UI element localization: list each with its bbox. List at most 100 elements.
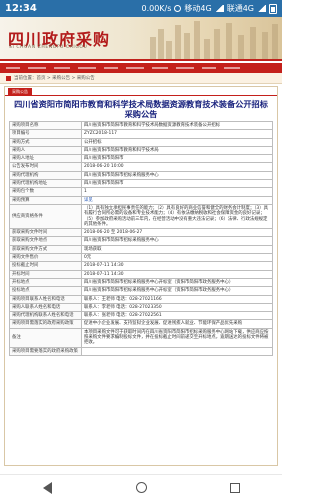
row-key: 备注 (9, 327, 82, 348)
tab-procurement-notice[interactable]: 采购公告 (8, 88, 32, 95)
back-icon (42, 481, 52, 494)
table-row: 采购人地址 四川省资阳市简阳市 (9, 154, 273, 164)
table-row: 采购项目名称 四川省资阳市简阳市教育和科学技术局数据资源教育技术装备公开招标 (9, 120, 273, 131)
row-key: 获取采购文件方式 (9, 244, 82, 255)
row-value: 2018-06-20 10:00 (81, 162, 273, 172)
status-bar: 12:34 0.00K/s 移动4G 联通4G (0, 0, 282, 17)
row-key: 投标地点 (9, 286, 82, 296)
row-key: 开标地点 (9, 277, 82, 288)
row-value: 现场获取 (81, 244, 273, 255)
table-row: 项目编号 ZYZC2018-117 (9, 129, 273, 139)
row-key: 采购包个数 (9, 187, 82, 197)
signal-icon (214, 5, 224, 12)
table-row: 采购文件售价 0元 (9, 253, 273, 263)
row-value: 四川省资阳市简阳市 (81, 154, 273, 164)
row-value: 联系人：张老师 电话：028-27022561 (81, 311, 273, 321)
home-button[interactable] (134, 481, 148, 495)
row-value: 四川省资阳市简阳市招标采购服务中心 (81, 236, 273, 246)
notice-content: 采购公告 四川省资阳市简阳市教育和科学技术局数据资源教育技术装备公开招标采购公告… (4, 86, 278, 466)
status-time: 12:34 (5, 3, 37, 14)
notice-table: 采购项目名称 四川省资阳市简阳市教育和科学技术局数据资源教育技术装备公开招标 项目编… (9, 120, 273, 356)
row-key: 项目编号 (9, 129, 82, 139)
table-row: 采购人联系人姓名和电话 联系人：李老师 电话：028-27023350 (9, 302, 273, 313)
table-row: 开标时间 2018-07-11 14:30 (9, 269, 273, 279)
row-key: 开标时间 (9, 269, 82, 279)
row-value: 四川省资阳市简阳市招标采购服务中心开标室（资阳市简阳市政务服务中心） (81, 286, 273, 296)
signal-icon-2 (257, 5, 266, 12)
row-key: 公告发布时间 (9, 162, 82, 172)
table-row: 公告发布时间 2018-06-20 10:00 (9, 162, 273, 172)
site-logo-subtitle: SI CHUAN ZHENGFU CAIGOU (9, 45, 88, 50)
network-label-2: 联通4G (226, 4, 254, 13)
table-row: 采购代理机构 四川省资阳市简阳市招标采购服务中心 (9, 170, 273, 181)
table-row: 供应商资格条件 （1）具有独立承担民事责任的能力；（2）具有良好的商业信誉和健全的… (9, 203, 273, 230)
table-row: 获取采购文件方式 现场获取 (9, 244, 273, 255)
row-value: 公开招标 (81, 137, 273, 147)
row-value: 促进中小企业发展、支持监狱企业发展、促进残疾人就业、节能环保产品优先采购 (81, 319, 273, 329)
alarm-icon (174, 5, 182, 12)
battery-icon (269, 3, 277, 14)
breadcrumb: 当前位置：首页 > 采购公告 > 采购公告 (0, 73, 282, 84)
table-row: 采购代理机构地址 四川省资阳市简阳市 (9, 179, 273, 189)
row-value: 2018-07-11 14:30 (81, 261, 273, 271)
row-key: 供应商资格条件 (9, 203, 82, 230)
main-nav[interactable] (0, 63, 282, 73)
network-label-1: 移动4G (184, 4, 212, 13)
recent-apps-icon (230, 482, 240, 493)
recent-apps-button[interactable] (228, 481, 242, 495)
row-value: 四川省资阳市简阳市教育和科学技术局数据资源教育技术装备公开招标 (81, 120, 273, 131)
back-button[interactable] (40, 481, 54, 495)
row-value: 0元 (81, 253, 273, 263)
row-value (81, 346, 273, 356)
tab-header: 采购公告 (5, 87, 277, 96)
row-value: 本项目采购文件可于获取时间内在四川省资阳市简阳市招标采购服务中心网站下载，供应商… (81, 327, 273, 348)
row-value: 联系人：王老师 电话：028-27021166 (81, 294, 273, 304)
row-value: 四川省资阳市简阳市招标采购服务中心 (81, 170, 273, 181)
row-key: 采购人联系人姓名和电话 (9, 302, 82, 313)
row-key: 采购项目需落实的政府采购政策 (9, 319, 82, 329)
table-row: 采购项目需落实的政府采购政策 促进中小企业发展、支持监狱企业发展、促进残疾人就业、… (9, 319, 273, 329)
breadcrumb-text: 当前位置：首页 > 采购公告 > 采购公告 (14, 76, 95, 81)
row-key: 获取采购文件时间 (9, 228, 82, 238)
row-value: 联系人：李老师 电话：028-27023350 (81, 302, 273, 313)
row-value[interactable]: 详见 (81, 195, 273, 205)
table-row: 采购预算 详见 (9, 195, 273, 205)
network-speed: 0.00K/s (141, 4, 172, 13)
row-key: 采购人地址 (9, 154, 82, 164)
row-value: 1 (81, 187, 273, 197)
row-value: ZYZC2018-117 (81, 129, 273, 139)
table-row: 备注 本项目采购文件可于获取时间内在四川省资阳市简阳市招标采购服务中心网站下载，供… (9, 327, 273, 348)
table-row: 采购项目需要落实的政府采购政策 (9, 346, 273, 356)
table-row: 采购项目联系人姓名和电话 联系人：王老师 电话：028-27021166 (9, 294, 273, 304)
row-value: 四川省资阳市简阳市招标采购服务中心开标室（资阳市简阳市政务服务中心） (81, 277, 273, 288)
row-key: 采购预算 (9, 195, 82, 205)
row-key: 投标截止时间 (9, 261, 82, 271)
row-key: 采购文件售价 (9, 253, 82, 263)
table-row: 开标地点 四川省资阳市简阳市招标采购服务中心开标室（资阳市简阳市政务服务中心） (9, 277, 273, 288)
home-icon[interactable] (6, 75, 11, 81)
row-value: 四川省资阳市简阳市 (81, 179, 273, 189)
row-key: 采购项目名称 (9, 120, 82, 131)
android-nav-bar (0, 474, 282, 500)
row-value: 2018-07-11 14:30 (81, 269, 273, 279)
table-row: 获取采购文件时间 2018-06-20 至 2018-06-27 (9, 228, 273, 238)
row-key: 获取采购文件地点 (9, 236, 82, 246)
site-banner: 四川政府采购 SI CHUAN ZHENGFU CAIGOU (0, 17, 282, 61)
row-key: 采购人 (9, 145, 82, 156)
row-value: 四川省资阳市简阳市教育和科学技术局 (81, 145, 273, 156)
table-row: 获取采购文件地点 四川省资阳市简阳市招标采购服务中心 (9, 236, 273, 246)
row-key: 采购项目需要落实的政府采购政策 (9, 346, 82, 356)
row-value: 2018-06-20 至 2018-06-27 (81, 228, 273, 238)
table-row: 采购代理机构联系人姓名和电话 联系人：张老师 电话：028-27022561 (9, 311, 273, 321)
home-circle-icon (135, 482, 147, 493)
row-value: （1）具有独立承担民事责任的能力；（2）具有良好的商业信誉和健全的财务会计制度；… (81, 203, 273, 230)
row-key: 采购代理机构联系人姓名和电话 (9, 311, 82, 321)
row-key: 采购方式 (9, 137, 82, 147)
table-row: 采购包个数 1 (9, 187, 273, 197)
table-row: 采购人 四川省资阳市简阳市教育和科学技术局 (9, 145, 273, 156)
row-key: 采购代理机构 (9, 170, 82, 181)
document-title: 四川省资阳市简阳市教育和科学技术局数据资源教育技术装备公开招标采购公告 (14, 99, 268, 119)
status-icons: 0.00K/s 移动4G 联通4G (141, 3, 277, 14)
row-key: 采购项目联系人姓名和电话 (9, 294, 82, 304)
table-row: 投标地点 四川省资阳市简阳市招标采购服务中心开标室（资阳市简阳市政务服务中心） (9, 286, 273, 296)
